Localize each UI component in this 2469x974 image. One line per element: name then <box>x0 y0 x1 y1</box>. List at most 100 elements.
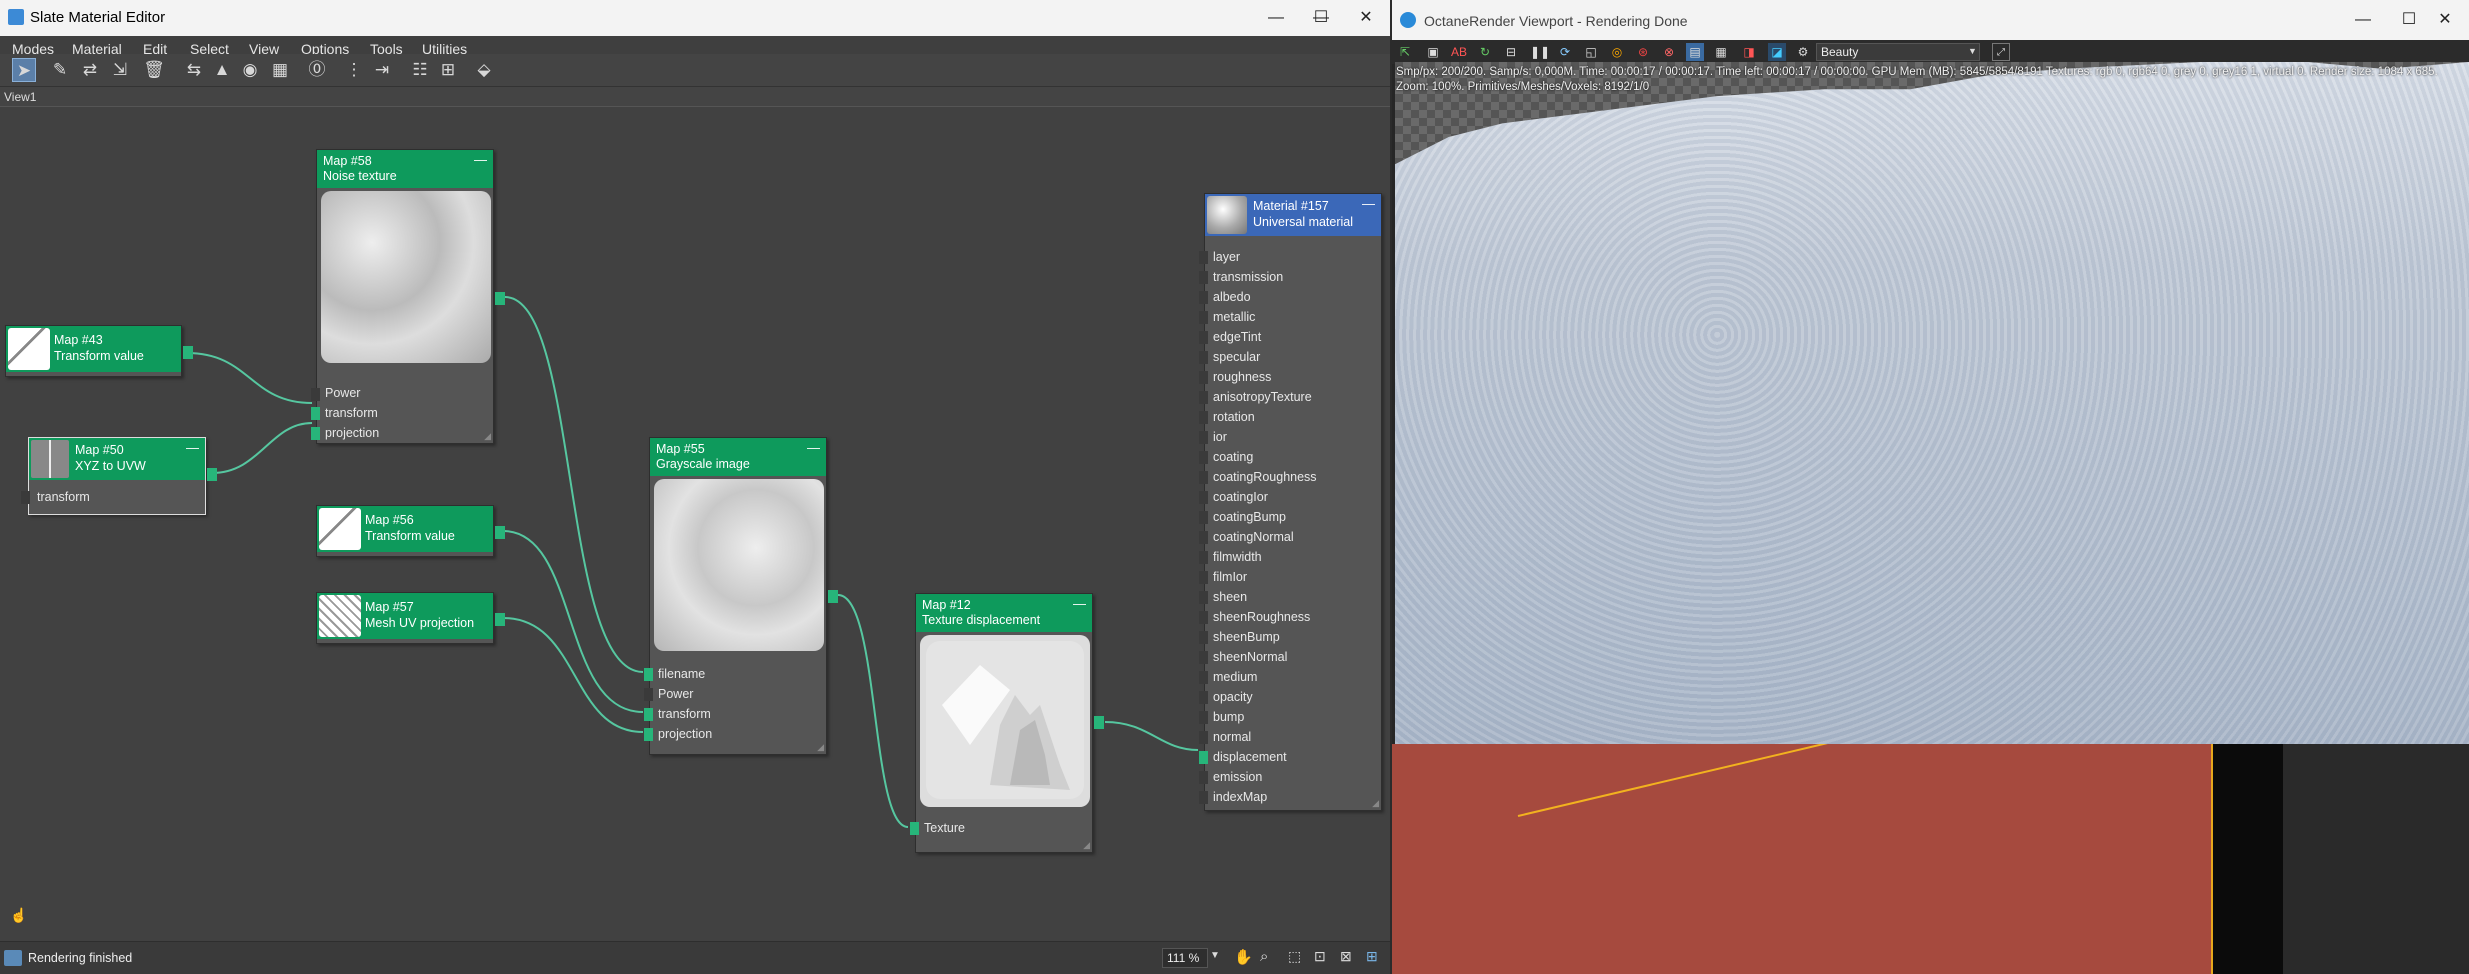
port-socket[interactable] <box>1199 311 1208 324</box>
chevron-down-icon[interactable]: ▼ <box>1968 46 1977 56</box>
zoom-dropdown-icon[interactable]: ▼ <box>1210 950 1220 961</box>
hide-unused-icon[interactable]: ▲ <box>210 58 234 82</box>
port-socket[interactable] <box>644 688 653 701</box>
port-socket[interactable] <box>311 427 320 440</box>
port-socket[interactable] <box>1199 551 1208 564</box>
port-socket[interactable] <box>1199 331 1208 344</box>
maximize-button[interactable]: ☐ <box>1298 0 1344 36</box>
view-tab[interactable]: View1 <box>4 90 36 104</box>
material-picker-icon[interactable]: ⊗ <box>1660 43 1678 61</box>
port-socket[interactable] <box>1199 351 1208 364</box>
viewport-icon[interactable]: ▤ <box>1686 43 1704 61</box>
zoom-field[interactable]: 111 % <box>1162 948 1208 968</box>
output-socket[interactable] <box>495 613 505 626</box>
output-socket[interactable] <box>495 526 505 539</box>
close-button[interactable]: ✕ <box>1343 0 1389 36</box>
port-socket[interactable] <box>1199 771 1208 784</box>
select-by-material-icon[interactable]: ⬙ <box>472 58 496 82</box>
port-socket[interactable] <box>1199 471 1208 484</box>
node-map56[interactable]: Map #56 Transform value <box>316 505 505 557</box>
pick-material-icon[interactable]: ⇲ <box>108 58 132 82</box>
output-socket[interactable] <box>1094 716 1104 729</box>
hand-icon[interactable]: ☝ <box>10 907 30 927</box>
parameter-editor-icon[interactable]: ⊞ <box>436 58 460 82</box>
pause-icon[interactable]: ❚❚ <box>1530 43 1550 61</box>
port-socket[interactable] <box>1199 791 1208 804</box>
port-socket[interactable] <box>311 388 320 401</box>
port-socket[interactable] <box>1199 371 1208 384</box>
output-socket[interactable] <box>183 346 193 359</box>
node-map43[interactable]: Map #43 Transform value <box>5 325 193 377</box>
select-tool-icon[interactable]: ➤ <box>12 58 36 82</box>
export-icon[interactable]: ⇱ <box>1396 43 1414 61</box>
minimize-button[interactable]: — <box>1253 0 1299 36</box>
port-socket[interactable] <box>1199 651 1208 664</box>
layout-children-icon[interactable]: ⇥ <box>370 58 394 82</box>
node-map57[interactable]: Map #57 Mesh UV projection <box>316 592 505 644</box>
output-socket[interactable] <box>828 590 838 603</box>
clay-icon[interactable]: ⊛ <box>1634 43 1652 61</box>
show-map-icon[interactable]: ◉ <box>238 58 262 82</box>
port-socket[interactable] <box>1199 291 1208 304</box>
minimize-node-icon[interactable]: — <box>807 440 820 455</box>
minimize-node-icon[interactable]: — <box>474 152 487 167</box>
port-socket[interactable] <box>1199 531 1208 544</box>
render-pass-select[interactable]: Beauty <box>1816 43 1980 61</box>
node-canvas[interactable]: Map #58 Noise texture — Power transform … <box>0 106 1390 941</box>
sme-titlebar[interactable]: Slate Material Editor — <box>0 0 1390 36</box>
minimize-node-icon[interactable]: — <box>1362 196 1375 211</box>
minimize-node-icon[interactable]: — <box>186 440 199 455</box>
port-socket[interactable] <box>1199 411 1208 424</box>
zoom-extents-icon[interactable]: ⊡ <box>1314 948 1326 965</box>
output-socket[interactable] <box>207 468 217 481</box>
save-icon[interactable]: ▣ <box>1424 43 1442 61</box>
port-socket[interactable] <box>1199 631 1208 644</box>
port-socket[interactable] <box>910 822 919 835</box>
port-socket[interactable] <box>1199 751 1208 764</box>
zoom-region-icon[interactable]: ⬚ <box>1288 948 1301 965</box>
layout-icon[interactable]: ⋮ <box>342 58 366 82</box>
info-icon[interactable]: ◪ <box>1768 43 1786 61</box>
refresh-icon[interactable]: ⟳ <box>1556 43 1574 61</box>
port-socket[interactable] <box>644 728 653 741</box>
port-socket[interactable] <box>1199 591 1208 604</box>
minimize-button[interactable]: — <box>2340 2 2386 38</box>
octane-titlebar[interactable]: OctaneRender Viewport - Rendering Done —… <box>1392 0 2469 40</box>
sample-type-icon[interactable]: ⓪ <box>305 58 329 82</box>
restart-icon[interactable]: ↻ <box>1476 43 1494 61</box>
port-socket[interactable] <box>1199 571 1208 584</box>
settings-gear-icon[interactable]: ⚙ <box>1794 43 1812 61</box>
port-socket[interactable] <box>1199 511 1208 524</box>
lock-icon[interactable]: ⊟ <box>1502 43 1520 61</box>
fit-icon[interactable]: ⊞ <box>1366 948 1378 965</box>
port-socket[interactable] <box>21 491 30 504</box>
move-children-icon[interactable]: ⇆ <box>182 58 206 82</box>
node-map55[interactable]: Map #55 Grayscale image — filename Power… <box>644 437 838 755</box>
port-socket[interactable] <box>1199 611 1208 624</box>
pan-icon[interactable]: ✋ <box>1234 948 1253 966</box>
port-socket[interactable] <box>1199 271 1208 284</box>
node-map58[interactable]: Map #58 Noise texture — Power transform … <box>311 149 505 444</box>
render-image[interactable] <box>1395 62 2469 744</box>
port-socket[interactable] <box>1199 491 1208 504</box>
camera-icon[interactable]: ◨ <box>1740 43 1758 61</box>
output-socket[interactable] <box>495 292 505 305</box>
port-socket[interactable] <box>1199 391 1208 404</box>
expand-icon[interactable]: ⤢ <box>1992 43 2010 61</box>
port-socket[interactable] <box>1199 251 1208 264</box>
film-icon[interactable]: ▦ <box>1712 43 1730 61</box>
delete-icon[interactable]: 🗑 <box>142 58 166 82</box>
port-socket[interactable] <box>1199 671 1208 684</box>
port-socket[interactable] <box>644 668 653 681</box>
port-socket[interactable] <box>1199 691 1208 704</box>
port-socket[interactable] <box>1199 711 1208 724</box>
port-socket[interactable] <box>644 708 653 721</box>
port-socket[interactable] <box>311 407 320 420</box>
node-map12[interactable]: Map #12 Texture displacement — Texture ◢ <box>910 593 1104 853</box>
material-map-navigator-icon[interactable]: ☷ <box>408 58 432 82</box>
node-map50[interactable]: Map #50 XYZ to UVW — transform <box>21 437 217 515</box>
ab-compare-icon[interactable]: AB <box>1450 43 1468 61</box>
background-icon[interactable]: ▦ <box>268 58 292 82</box>
eyedropper-icon[interactable]: ✎ <box>48 58 72 82</box>
port-socket[interactable] <box>1199 431 1208 444</box>
